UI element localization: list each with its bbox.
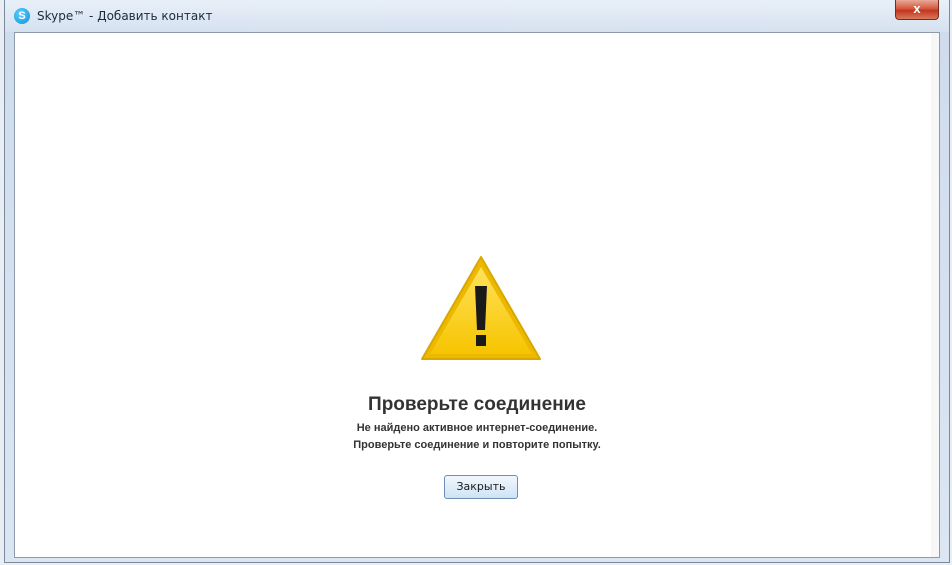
window-title: Skype™ - Добавить контакт bbox=[37, 9, 213, 23]
warning-triangle-icon bbox=[421, 256, 541, 360]
close-button[interactable]: Закрыть bbox=[444, 475, 518, 499]
scrollbar-track[interactable] bbox=[931, 33, 939, 557]
skype-icon: S bbox=[14, 8, 30, 24]
message-title: Проверьте соединение bbox=[368, 394, 586, 415]
title-bar[interactable]: S Skype™ - Добавить контакт x bbox=[5, 0, 949, 32]
message-line-2: Проверьте соединение и повторите попытку… bbox=[353, 439, 601, 451]
message-line-1: Не найдено активное интернет-соединение. bbox=[356, 422, 598, 434]
dialog-window: S Skype™ - Добавить контакт x Проверьте … bbox=[4, 0, 950, 563]
window-close-button[interactable]: x bbox=[895, 0, 939, 20]
dialog-content: Проверьте соединение Не найдено активное… bbox=[14, 32, 940, 558]
